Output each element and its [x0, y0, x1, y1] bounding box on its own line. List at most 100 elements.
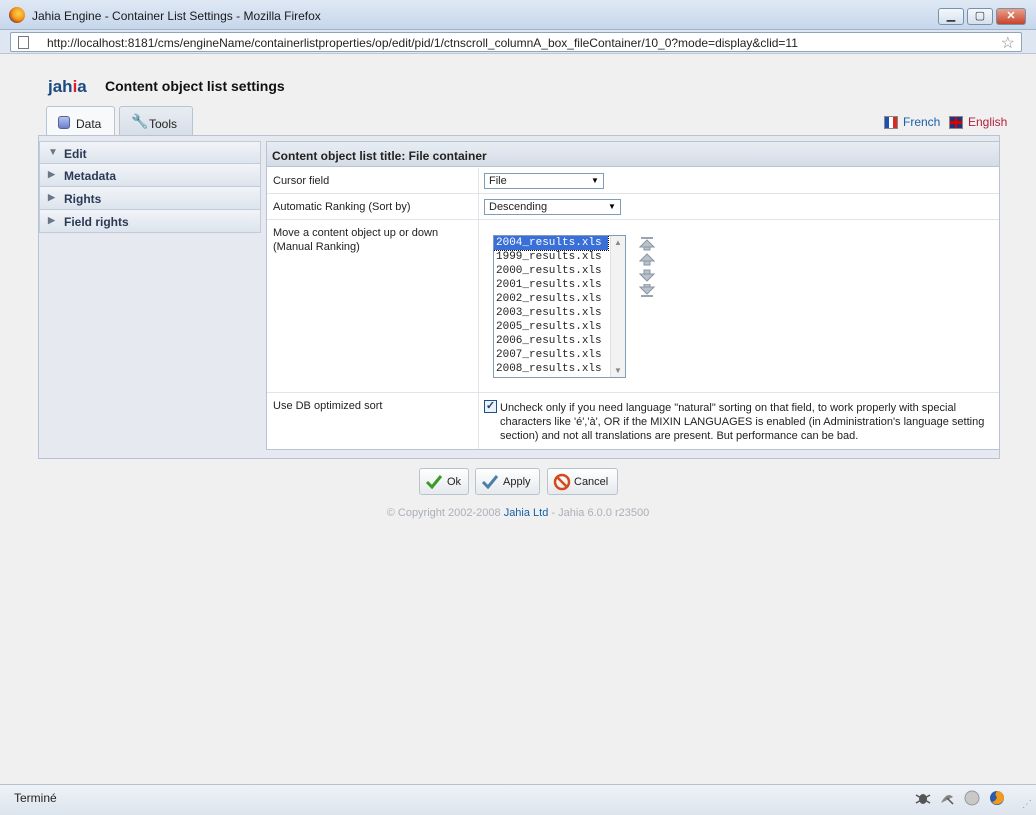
expanded-arrow-icon: ▼ — [48, 147, 58, 158]
listbox-scrollbar[interactable]: ▲ ▼ — [610, 236, 625, 377]
list-item[interactable]: 2008_results.xls — [494, 362, 608, 376]
language-french-link[interactable]: French — [903, 115, 940, 129]
tab-tools-label: Tools — [149, 117, 178, 131]
page-viewport: jahia Content object list settings Data … — [8, 55, 1028, 784]
manual-ranking-label-line2: (Manual Ranking) — [273, 241, 360, 253]
ok-button[interactable]: Ok — [419, 468, 469, 495]
bookmark-star-icon[interactable]: ☆ — [1001, 33, 1015, 53]
resize-grip-icon[interactable]: ⋰ — [1022, 799, 1032, 810]
db-sort-row: Use DB optimized sort ✓ Uncheck only if … — [267, 393, 999, 449]
sidebar-item-label: Metadata — [64, 169, 117, 183]
db-sort-checkbox[interactable]: ✓ — [484, 400, 497, 413]
version-text: - Jahia 6.0.0 r23500 — [551, 507, 650, 519]
list-item[interactable]: 2004_results.xls — [494, 236, 609, 251]
copyright: © Copyright 2002-2008 Jahia Ltd - Jahia … — [8, 507, 1028, 519]
sidebar: ▼ Edit ▶ Metadata ▶ Rights ▶ Field right… — [39, 141, 261, 233]
chevron-down-icon: ▼ — [608, 202, 616, 211]
move-top-button[interactable] — [639, 237, 655, 251]
sidebar-item-label: Edit — [64, 147, 87, 161]
apply-label: Apply — [503, 476, 531, 488]
ranking-row: Automatic Ranking (Sort by) Descending ▼ — [267, 194, 999, 220]
apply-button[interactable]: Apply — [475, 468, 540, 495]
check-icon — [425, 475, 443, 490]
scroll-up-icon[interactable]: ▲ — [614, 238, 622, 247]
move-up-button[interactable] — [639, 253, 655, 267]
address-bar: http://localhost:8181/cms/engineName/con… — [0, 30, 1036, 54]
list-item[interactable]: 2006_results.xls — [494, 334, 608, 348]
cursor-field-select[interactable]: File ▼ — [484, 173, 604, 189]
bug-icon[interactable] — [914, 789, 932, 807]
cancel-label: Cancel — [574, 476, 609, 488]
arrow-down-icon — [639, 269, 655, 282]
db-sort-description: Uncheck only if you need language "natur… — [500, 402, 985, 442]
language-english-link[interactable]: English — [968, 115, 1007, 129]
url-field[interactable]: http://localhost:8181/cms/engineName/con… — [10, 32, 1022, 52]
tab-tools[interactable]: 🔧 Tools — [119, 106, 193, 137]
maximize-button[interactable]: ▢ — [967, 8, 993, 25]
move-down-button[interactable] — [639, 269, 655, 283]
cancel-button[interactable]: Cancel — [547, 468, 618, 495]
firefox-icon[interactable] — [988, 789, 1006, 807]
ranking-select[interactable]: Descending ▼ — [484, 199, 621, 215]
content-panel: Content object list title: File containe… — [266, 141, 1000, 450]
status-bar: Terminé ⋰ — [0, 784, 1036, 815]
cursor-field-value: File — [489, 175, 507, 187]
collapsed-arrow-icon: ▶ — [48, 215, 55, 225]
manual-ranking-label: Move a content object up or down (Manual… — [273, 226, 438, 254]
satellite-icon[interactable] — [938, 789, 956, 807]
manual-ranking-row: Move a content object up or down (Manual… — [267, 220, 999, 393]
db-sort-label: Use DB optimized sort — [273, 400, 383, 412]
cursor-field-label: Cursor field — [273, 175, 330, 187]
ranking-label: Automatic Ranking (Sort by) — [273, 201, 411, 213]
list-item[interactable]: 2002_results.xls — [494, 292, 608, 306]
sidebar-item-field-rights[interactable]: ▶ Field rights — [39, 210, 261, 233]
arrow-up-icon — [639, 253, 655, 266]
close-button[interactable]: ✕ — [996, 8, 1026, 25]
move-top-icon — [639, 237, 655, 251]
list-item[interactable]: 2005_results.xls — [494, 320, 608, 334]
manual-ranking-label-line1: Move a content object up or down — [273, 227, 439, 239]
sidebar-item-metadata[interactable]: ▶ Metadata — [39, 164, 261, 187]
collapsed-arrow-icon: ▶ — [48, 192, 55, 202]
page-title: Content object list settings — [105, 78, 285, 94]
list-item[interactable]: 2007_results.xls — [494, 348, 608, 362]
sidebar-item-label: Field rights — [64, 215, 129, 229]
sidebar-item-rights[interactable]: ▶ Rights — [39, 187, 261, 210]
status-text: Terminé — [14, 791, 57, 805]
move-bottom-button[interactable] — [639, 284, 655, 298]
ok-label: Ok — [447, 476, 462, 488]
move-bottom-icon — [639, 284, 655, 297]
status-circle-icon[interactable] — [963, 789, 981, 807]
settings-frame: ▼ Edit ▶ Metadata ▶ Rights ▶ Field right… — [38, 135, 1000, 459]
firefox-icon — [9, 7, 25, 23]
scroll-down-icon[interactable]: ▼ — [614, 366, 622, 375]
minimize-button[interactable]: ▁ — [938, 8, 964, 25]
flag-fr-icon — [884, 116, 898, 129]
sidebar-item-label: Rights — [64, 192, 102, 206]
manual-ranking-listbox[interactable]: 2004_results.xls 1999_results.xls 2000_r… — [493, 235, 626, 378]
check-icon — [481, 475, 499, 490]
list-item[interactable]: 2000_results.xls — [494, 264, 608, 278]
flag-en-icon — [949, 116, 963, 129]
database-icon — [58, 116, 70, 129]
window-titlebar: Jahia Engine - Container List Settings -… — [0, 0, 1036, 30]
cancel-icon — [553, 473, 571, 491]
chevron-down-icon: ▼ — [591, 176, 599, 185]
ranking-value: Descending — [489, 201, 548, 213]
jahia-logo: jahia — [48, 77, 87, 96]
panel-title: Content object list title: File containe… — [267, 142, 999, 167]
window-title: Jahia Engine - Container List Settings -… — [32, 9, 321, 23]
tab-data[interactable]: Data — [46, 106, 115, 137]
company-link[interactable]: Jahia Ltd — [504, 507, 549, 519]
page-icon — [18, 36, 29, 49]
wrench-icon: 🔧 — [131, 113, 149, 129]
tab-data-label: Data — [76, 117, 102, 131]
cursor-field-row: Cursor field File ▼ — [267, 168, 999, 194]
list-item[interactable]: 1999_results.xls — [494, 250, 608, 264]
list-item[interactable]: 2003_results.xls — [494, 306, 608, 320]
copyright-prefix: © Copyright 2002-2008 — [386, 507, 501, 519]
list-item[interactable]: 2001_results.xls — [494, 278, 608, 292]
collapsed-arrow-icon: ▶ — [48, 169, 55, 179]
sidebar-item-edit[interactable]: ▼ Edit — [39, 141, 261, 164]
url-text: http://localhost:8181/cms/engineName/con… — [47, 36, 798, 50]
